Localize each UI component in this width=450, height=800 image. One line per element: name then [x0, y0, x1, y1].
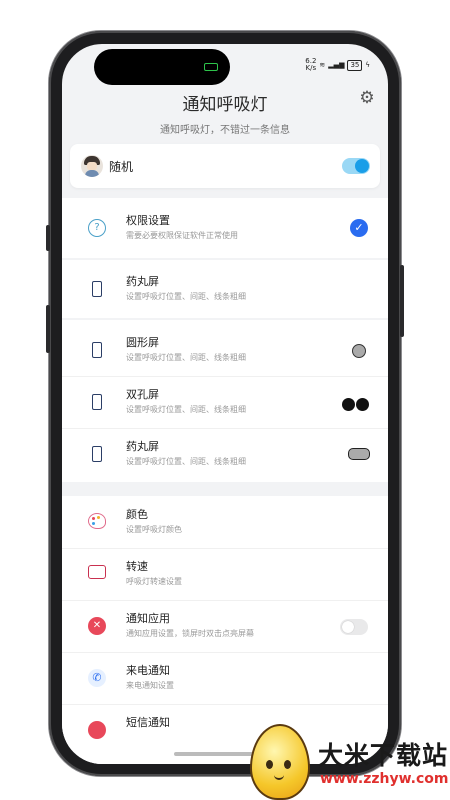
pill-cutout-icon: [348, 448, 370, 460]
page-title: 通知呼吸灯: [182, 95, 268, 115]
item-name: 颜色: [126, 508, 148, 521]
list-item-speed[interactable]: 转速 呼吸灯转速设置: [62, 548, 388, 601]
list-item-call-notification[interactable]: ✆ 来电通知 来电通知设置: [62, 652, 388, 705]
status-bar: 6.2 K/s ≋ ▂▄▆ 35 ϟ: [305, 58, 370, 72]
speed-icon: [88, 565, 106, 583]
item-name: 药丸屏: [126, 440, 159, 453]
app-screen: 6.2 K/s ≋ ▂▄▆ 35 ϟ 通知呼吸灯 ⚙ 通知呼吸灯，不错过一条信息…: [62, 44, 388, 764]
item-name: 短信通知: [126, 716, 170, 729]
wifi-icon: ≋: [319, 61, 326, 69]
circle-cutout-icon: [352, 344, 366, 358]
item-name: 转速: [126, 560, 148, 573]
network-speed-unit: K/s: [305, 64, 317, 72]
item-desc: 设置呼吸灯颜色: [126, 525, 182, 534]
item-desc: 通知应用设置，锁屏时双击点亮屏幕: [126, 629, 254, 638]
charging-icon: ϟ: [365, 61, 370, 69]
item-name: 双孔屏: [126, 388, 159, 401]
list-item-color[interactable]: 颜色 设置呼吸灯颜色: [62, 496, 388, 549]
battery-level: 35: [347, 59, 363, 71]
dual-hole-icon: [342, 396, 372, 411]
dynamic-island: [94, 49, 230, 85]
watermark-logo-icon: [250, 724, 310, 800]
phone-call-icon: ✆: [88, 669, 106, 687]
power-button: [400, 265, 404, 337]
battery-indicator-icon: [204, 63, 218, 71]
item-desc: 设置呼吸灯位置、间距、线条粗细: [126, 457, 246, 466]
item-name: 通知应用: [126, 612, 170, 625]
network-speed: 6.2 K/s: [305, 58, 316, 72]
item-desc: 呼吸灯转速设置: [126, 577, 182, 586]
signal-icon: ▂▄▆: [328, 61, 345, 69]
watermark-url: www.zzhyw.com: [320, 771, 449, 787]
settings-group-permission: ? 权限设置 需要必要权限保证软件正常使用 ✓: [62, 198, 388, 258]
palette-icon: [88, 513, 106, 531]
question-icon: ?: [88, 219, 106, 237]
watermark: 大米下载站 www.zzhyw.com: [246, 716, 450, 800]
phone-icon: [88, 280, 106, 298]
notification-app-icon: ✕: [88, 617, 106, 635]
item-desc: 需要必要权限保证软件正常使用: [126, 231, 238, 240]
list-item-circle-screen[interactable]: 圆形屏 设置呼吸灯位置、间距、线条粗细: [62, 324, 388, 377]
user-name: 随机: [109, 160, 134, 174]
item-name: 来电通知: [126, 664, 170, 677]
notification-apps-toggle[interactable]: [340, 619, 368, 635]
user-row: 随机: [70, 144, 380, 188]
item-desc: 来电通知设置: [126, 681, 174, 690]
settings-group-pill: 药丸屏 设置呼吸灯位置、间距、线条粗细: [62, 260, 388, 318]
avatar: [81, 155, 103, 177]
item-name: 药丸屏: [126, 275, 159, 288]
sms-icon: [88, 721, 106, 739]
item-desc: 设置呼吸灯位置、间距、线条粗细: [126, 292, 246, 301]
watermark-title: 大米下载站: [318, 741, 449, 770]
phone-icon: [88, 341, 106, 359]
item-desc: 设置呼吸灯位置、间距、线条粗细: [126, 405, 246, 414]
list-item-pill-screen[interactable]: 药丸屏 设置呼吸灯位置、间距、线条粗细: [62, 263, 388, 315]
page-subtitle: 通知呼吸灯，不错过一条信息: [160, 125, 290, 136]
list-item-pill-screen-2[interactable]: 药丸屏 设置呼吸灯位置、间距、线条粗细: [62, 428, 388, 480]
volume-up-button: [46, 305, 50, 353]
checkmark-icon: ✓: [350, 219, 368, 237]
list-item-notification-apps[interactable]: ✕ 通知应用 通知应用设置，锁屏时双击点亮屏幕: [62, 600, 388, 653]
item-name: 圆形屏: [126, 336, 159, 349]
list-item-dual-hole-screen[interactable]: 双孔屏 设置呼吸灯位置、间距、线条粗细: [62, 376, 388, 429]
phone-icon: [88, 393, 106, 411]
item-name: 权限设置: [126, 214, 170, 227]
random-toggle[interactable]: [342, 158, 370, 174]
item-desc: 设置呼吸灯位置、间距、线条粗细: [126, 353, 246, 362]
gear-icon[interactable]: ⚙: [358, 89, 376, 107]
mute-switch: [46, 225, 50, 251]
settings-group-screens: 圆形屏 设置呼吸灯位置、间距、线条粗细 双孔屏 设置呼吸灯位置、间距、线条粗细 …: [62, 320, 388, 482]
list-item-permission[interactable]: ? 权限设置 需要必要权限保证软件正常使用 ✓: [62, 202, 388, 254]
phone-icon: [88, 445, 106, 463]
